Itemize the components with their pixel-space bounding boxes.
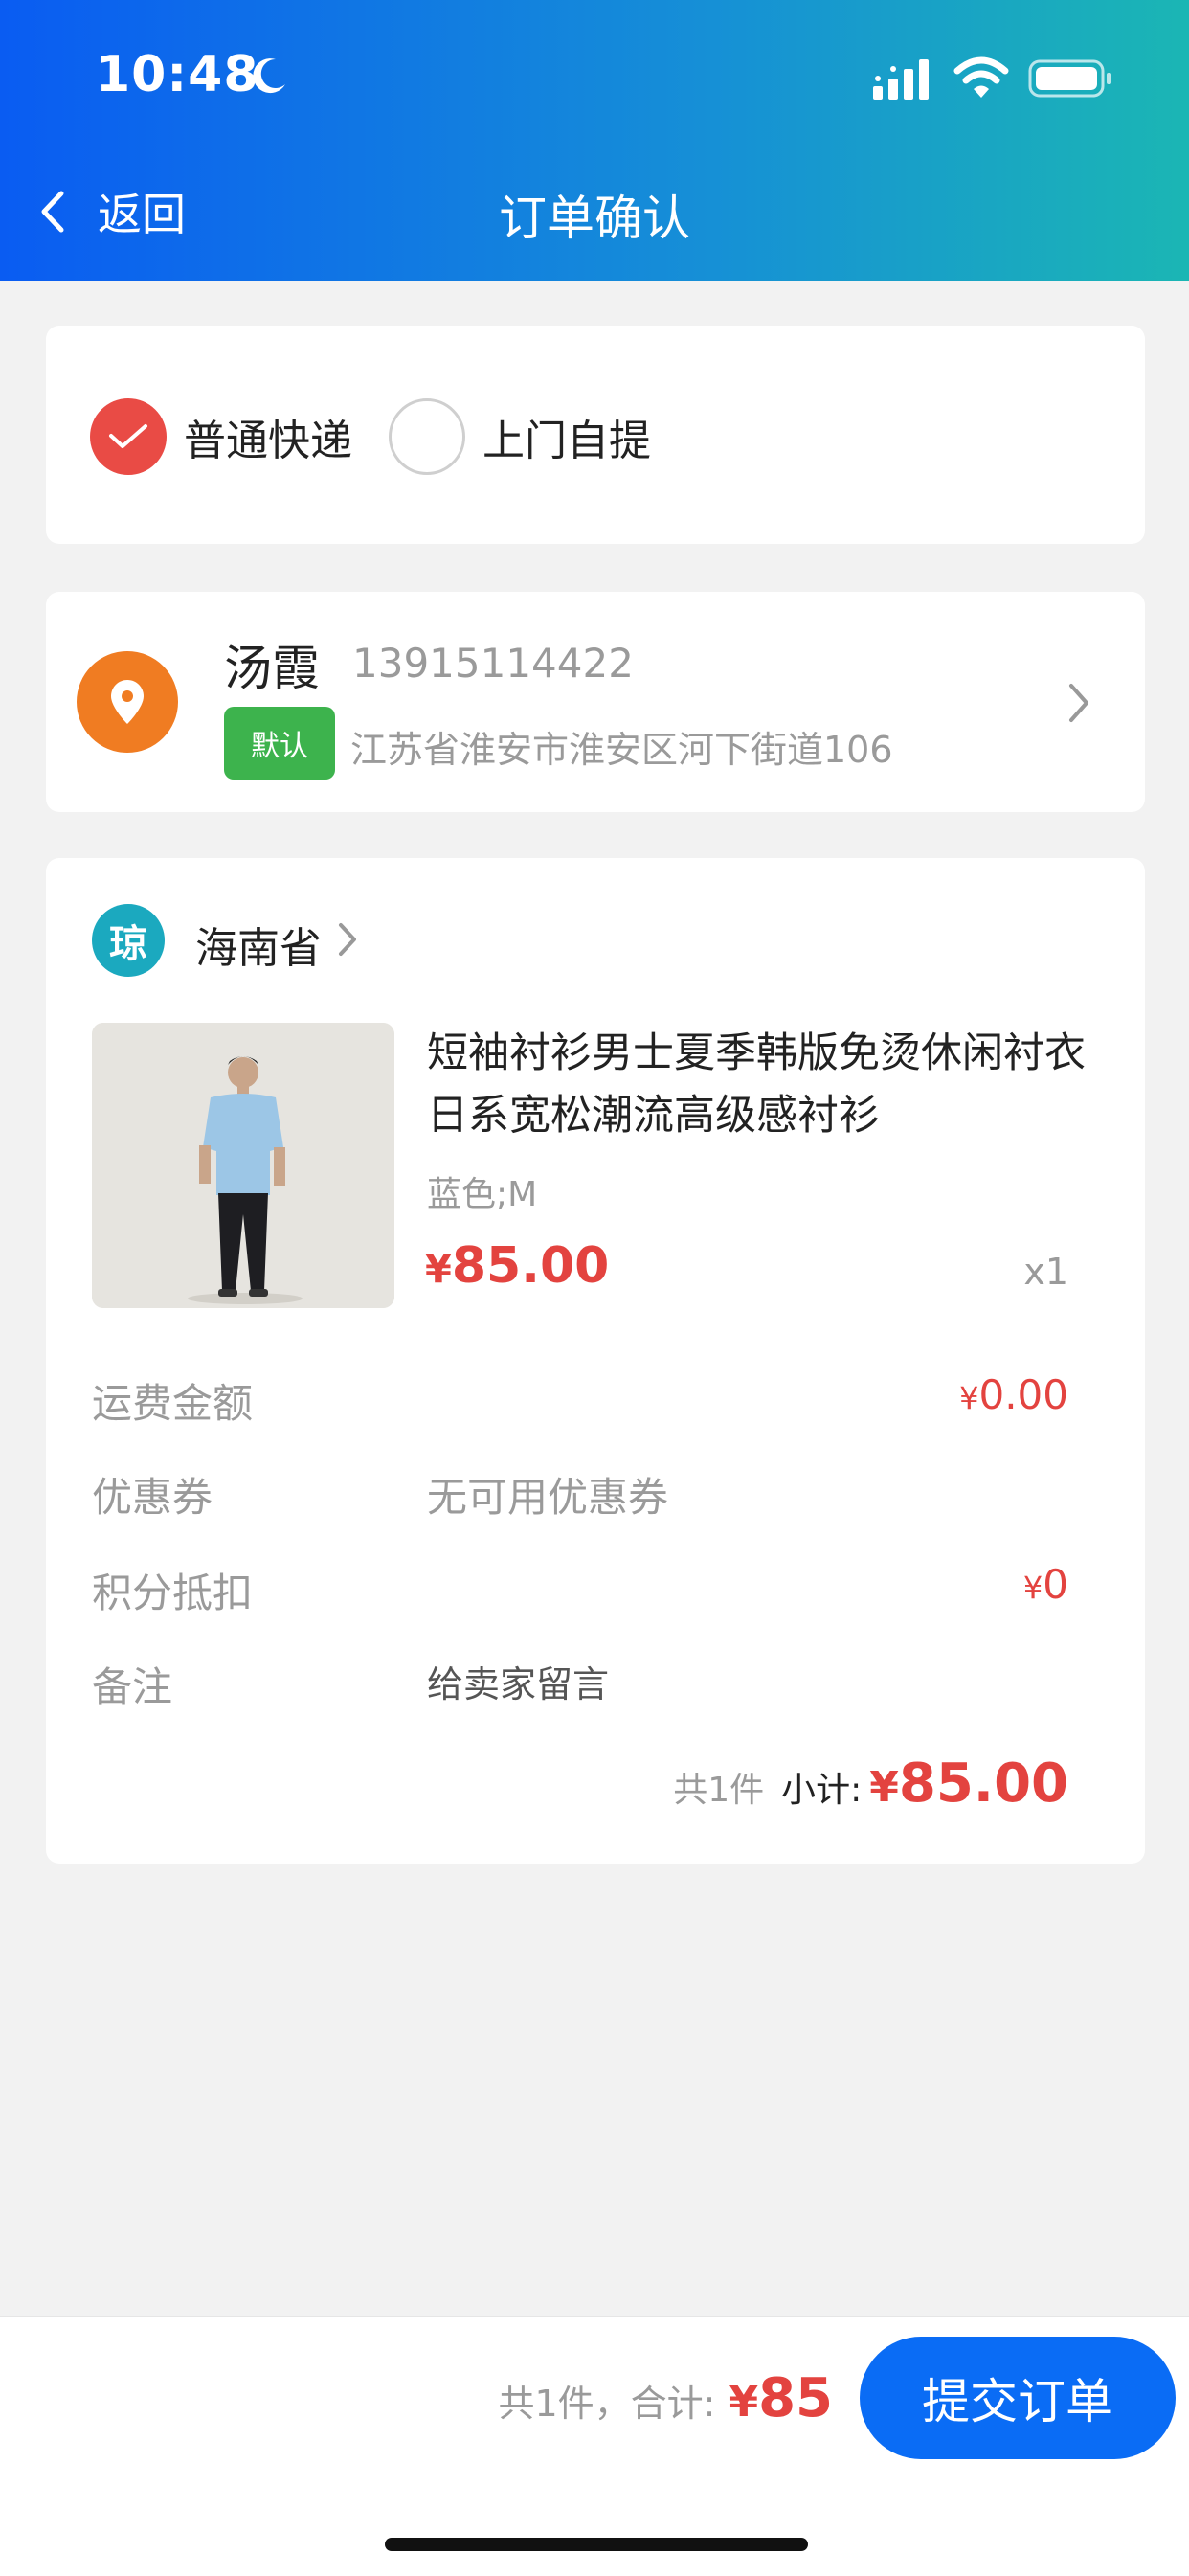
total-text: 共1件，合计: — [498, 2383, 716, 2425]
delivery-option-label: 普通快递 — [184, 417, 352, 465]
order-card: 琼 海南省 短袖衬衫男士夏季韩版免烫休闲衬衣日系宽松潮流高级感衬衫 蓝色;M ¥… — [46, 858, 1145, 1864]
total-value: 85 — [758, 2367, 833, 2429]
coupon-value[interactable]: 无可用优惠券 — [427, 1465, 668, 1524]
subtotal-amount: ¥85.00 — [869, 1752, 1068, 1815]
subtotal-count: 共1件 — [673, 1771, 765, 1810]
remark-input[interactable] — [427, 1659, 1078, 1710]
chevron-right-icon — [1069, 684, 1088, 722]
address-detail: 江苏省淮安市淮安区河下街道106 — [350, 729, 893, 771]
subtotal-value: 85.00 — [898, 1752, 1068, 1815]
location-pin-icon — [77, 651, 178, 753]
page-title: 订单确认 — [499, 191, 690, 246]
currency-symbol: ¥ — [869, 1763, 899, 1812]
product-price: ¥85.00 — [425, 1237, 609, 1295]
recipient-name: 汤霞 — [224, 641, 320, 696]
address-card[interactable]: 汤霞 13915114422 默认 江苏省淮安市淮安区河下街道106 — [46, 592, 1145, 812]
submit-order-button[interactable]: 提交订单 — [860, 2337, 1176, 2459]
delivery-option-express[interactable]: 普通快递 — [90, 396, 352, 477]
remark-label: 备注 — [92, 1663, 173, 1710]
default-badge: 默认 — [224, 707, 335, 780]
currency-symbol: ¥ — [959, 1380, 979, 1416]
subtotal-label: 小计: — [781, 1771, 863, 1810]
delivery-option-label: 上门自提 — [482, 417, 651, 465]
delivery-option-pickup[interactable]: 上门自提 — [389, 396, 651, 477]
radio-checked[interactable] — [90, 398, 167, 475]
delivery-method-card: 普通快递 上门自提 — [46, 326, 1145, 544]
store-badge: 琼 — [92, 904, 165, 977]
coupon-label: 优惠券 — [92, 1474, 213, 1521]
wifi-icon — [953, 56, 1009, 98]
total-amount: ¥85 — [729, 2367, 833, 2429]
points-value: ¥0 — [1023, 1561, 1068, 1608]
cellular-signal-icon — [873, 59, 929, 100]
product-quantity: x1 — [1023, 1251, 1068, 1293]
subtotal: 共1件 小计: ¥85.00 — [673, 1752, 1068, 1815]
order-total: 共1件，合计: ¥85 — [498, 2367, 833, 2429]
shipping-fee-value: ¥0.00 — [959, 1371, 1068, 1418]
points-label: 积分抵扣 — [92, 1570, 254, 1616]
chevron-right-icon[interactable] — [337, 921, 358, 958]
currency-symbol: ¥ — [425, 1248, 452, 1292]
home-indicator[interactable] — [385, 2538, 808, 2551]
store-name[interactable]: 海南省 — [195, 914, 322, 975]
radio-unchecked[interactable] — [389, 398, 465, 475]
shipping-fee-amount: 0.00 — [978, 1371, 1068, 1418]
product-spec: 蓝色;M — [427, 1175, 538, 1214]
shipping-fee-label: 运费金额 — [92, 1380, 254, 1427]
recipient-phone: 13915114422 — [352, 640, 634, 687]
points-amount: 0 — [1043, 1561, 1068, 1608]
moon-icon — [253, 58, 285, 94]
currency-symbol: ¥ — [729, 2378, 759, 2427]
currency-symbol: ¥ — [1022, 1570, 1043, 1606]
battery-icon — [1028, 59, 1111, 98]
status-time: 10:48 — [96, 46, 259, 103]
product-price-value: 85.00 — [451, 1237, 610, 1295]
checkmark-icon — [109, 424, 147, 448]
product-title: 短袖衬衫男士夏季韩版免烫休闲衬衣日系宽松潮流高级感衬衫 — [427, 1029, 1086, 1140]
header: 10:48 返回 订单确认 — [0, 0, 1189, 281]
product-image[interactable] — [92, 1023, 394, 1308]
